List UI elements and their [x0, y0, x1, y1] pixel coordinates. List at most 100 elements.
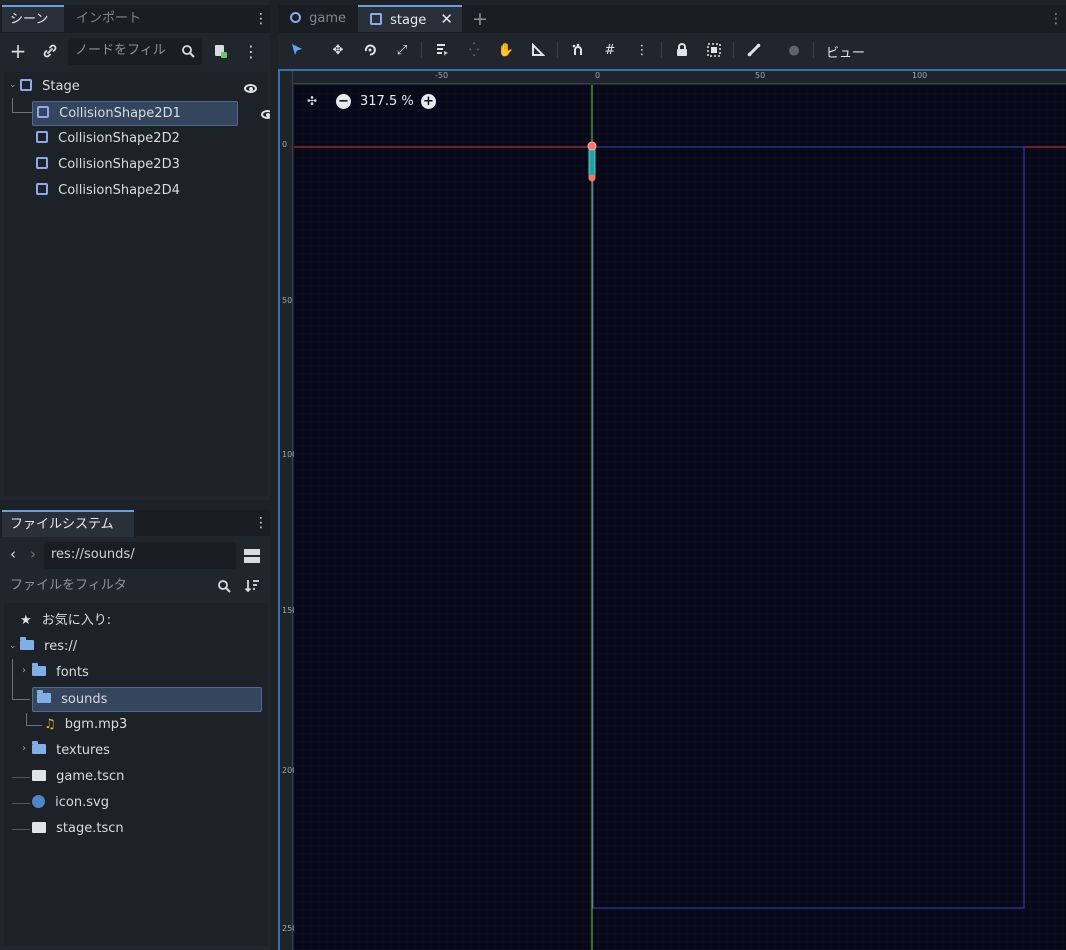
toolbar-separator: [557, 42, 558, 58]
folder-icon: [32, 663, 46, 676]
layout-toggle-icon[interactable]: [242, 546, 262, 566]
file-filter-input[interactable]: ファイルをフィルタ: [4, 573, 236, 599]
file-item-icon-svg[interactable]: icon.svg: [32, 791, 232, 815]
collision-shape-icon: [36, 131, 48, 143]
sort-icon[interactable]: [243, 577, 261, 595]
folder-icon: [32, 741, 46, 754]
tab-game[interactable]: game: [280, 5, 356, 32]
viewport-canvas[interactable]: [294, 85, 1066, 950]
zoom-in-icon[interactable]: +: [421, 94, 436, 109]
smart-snap-icon[interactable]: [567, 39, 589, 61]
list-select-icon[interactable]: [431, 39, 453, 61]
dock-splitter[interactable]: [0, 500, 270, 510]
favorites-label: お気に入り:: [41, 613, 112, 628]
godot-icon: [32, 795, 45, 808]
file-item-game-tscn[interactable]: game.tscn: [32, 765, 232, 789]
tree-node-collisionshape2d4[interactable]: CollisionShape2D4: [32, 179, 238, 203]
scene-file-icon: [32, 770, 46, 781]
ruler-label: 100: [912, 71, 928, 80]
shape-handle-top: [587, 141, 597, 151]
scene-menu-icon[interactable]: ⋮: [243, 41, 259, 61]
bone-icon[interactable]: [743, 39, 765, 61]
move-tool-icon[interactable]: ✥: [327, 39, 349, 61]
zoom-out-icon[interactable]: −: [336, 94, 351, 109]
file-label: sounds: [61, 692, 108, 707]
expand-arrow-icon[interactable]: ›: [22, 743, 26, 754]
path-field[interactable]: res://sounds/: [44, 542, 236, 569]
collision-shape-icon: [36, 183, 48, 195]
tree-node-collisionshape2d2[interactable]: CollisionShape2D2: [32, 127, 238, 151]
main-splitter[interactable]: [270, 0, 278, 950]
search-icon: [216, 578, 232, 594]
forward-arrow-icon[interactable]: ›: [26, 544, 40, 564]
visibility-eye-icon[interactable]: [244, 84, 257, 93]
tab-filesystem[interactable]: ファイルシステム: [2, 510, 134, 537]
editor-menu-icon[interactable]: ⋮: [1049, 10, 1063, 28]
dock-menu-icon[interactable]: ⋮: [254, 514, 268, 532]
zoom-level[interactable]: 317.5 %: [360, 94, 414, 109]
ruler-label: 50: [755, 71, 766, 80]
tree-guide: [12, 777, 30, 778]
audio-file-icon: ♫: [44, 717, 56, 732]
file-item-fonts[interactable]: fonts: [32, 661, 232, 685]
add-node-icon[interactable]: +: [8, 39, 28, 63]
file-item-textures[interactable]: textures: [32, 739, 232, 763]
collision-shape-icon: [36, 157, 48, 169]
group-icon[interactable]: [703, 39, 725, 61]
attach-script-icon[interactable]: [210, 41, 230, 61]
pan-tool-icon[interactable]: ✋: [495, 39, 517, 61]
tree-guide: [12, 699, 30, 700]
node-label: CollisionShape2D3: [58, 157, 180, 172]
ruler-label: -50: [435, 71, 449, 80]
ruler-label: 0: [282, 140, 288, 149]
grid-snap-icon[interactable]: #: [599, 39, 621, 61]
pivot-tool-icon[interactable]: ⁛: [463, 39, 485, 61]
tree-node-collisionshape2d3[interactable]: CollisionShape2D3: [32, 153, 238, 177]
tree-node-collisionshape2d1[interactable]: CollisionShape2D1: [32, 101, 238, 126]
link-icon[interactable]: [40, 41, 60, 61]
ruler-tool-icon[interactable]: [527, 39, 549, 61]
file-item-sounds[interactable]: sounds: [32, 687, 262, 712]
tree-node-stage[interactable]: Stage: [20, 75, 260, 99]
node2d-icon: [20, 79, 32, 91]
left-ruler: [280, 71, 293, 950]
tree-guide: [26, 713, 27, 725]
filesystem-dock: ファイルシステム ⋮ ‹ › res://sounds/ ファイルをフィルタ ★…: [0, 510, 270, 950]
cpu-particles-icon[interactable]: ●: [783, 39, 805, 61]
file-item-bgm[interactable]: ♫ bgm.mp3: [44, 713, 244, 737]
snap-options-icon[interactable]: ⋮: [631, 39, 653, 61]
add-tab-icon[interactable]: +: [470, 8, 490, 30]
scale-tool-icon[interactable]: ⤢: [391, 39, 413, 61]
search-icon: [180, 42, 196, 60]
select-tool-icon[interactable]: [286, 39, 308, 61]
back-arrow-icon[interactable]: ‹: [6, 544, 20, 564]
file-label: res://: [44, 639, 78, 654]
expand-arrow-icon[interactable]: ›: [22, 665, 26, 676]
file-label: icon.svg: [55, 795, 109, 810]
tree-guide: [12, 98, 13, 112]
tab-scene[interactable]: シーン: [2, 5, 64, 32]
tree-guide: [12, 659, 13, 699]
rotate-tool-icon[interactable]: [359, 39, 381, 61]
center-view-icon[interactable]: ✣: [304, 93, 320, 109]
file-label: bgm.mp3: [64, 717, 128, 732]
node-label: Stage: [42, 79, 80, 94]
ruler-label: 50: [282, 296, 293, 305]
file-item-stage-tscn[interactable]: stage.tscn: [32, 817, 232, 841]
close-tab-icon[interactable]: ✕: [440, 10, 453, 28]
tab-import[interactable]: インポート: [68, 5, 158, 32]
folder-icon: [37, 690, 51, 703]
star-icon: ★: [20, 613, 32, 628]
node-label: CollisionShape2D4: [58, 183, 180, 198]
tab-stage[interactable]: stage ✕: [358, 5, 462, 32]
node-label: CollisionShape2D2: [58, 131, 180, 146]
expand-arrow-icon[interactable]: ⌄: [9, 80, 17, 90]
favorites-row[interactable]: ★ お気に入り:: [20, 609, 220, 633]
tab-label: game: [309, 11, 347, 26]
lock-icon[interactable]: [671, 39, 693, 61]
expand-arrow-icon[interactable]: ⌄: [9, 641, 17, 651]
tree-guide: [12, 803, 30, 804]
dock-menu-icon[interactable]: ⋮: [254, 10, 268, 28]
view-menu[interactable]: ビュー: [826, 42, 865, 61]
file-item-res[interactable]: res://: [20, 635, 220, 659]
